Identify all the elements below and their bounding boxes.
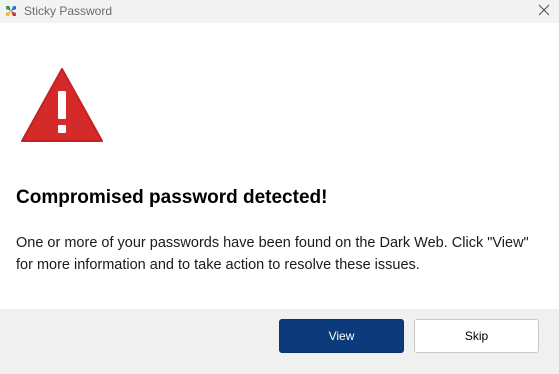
skip-button[interactable]: Skip bbox=[414, 319, 539, 353]
alert-message: One or more of your passwords have been … bbox=[16, 232, 556, 276]
dialog-window: Sticky Password Compromised password det… bbox=[0, 0, 559, 374]
dialog-footer: View Skip bbox=[0, 309, 559, 374]
dialog-content: Compromised password detected! One or mo… bbox=[0, 23, 559, 309]
view-button[interactable]: View bbox=[279, 319, 404, 353]
window-title: Sticky Password bbox=[24, 4, 113, 18]
alert-heading: Compromised password detected! bbox=[16, 187, 328, 208]
title-bar: Sticky Password bbox=[0, 0, 559, 23]
sticky-password-logo-icon bbox=[4, 4, 18, 18]
close-button[interactable] bbox=[529, 0, 559, 23]
alert-message-line-1: One or more of your passwords have been … bbox=[16, 235, 529, 251]
warning-triangle-icon bbox=[20, 67, 104, 143]
close-icon bbox=[538, 3, 550, 21]
alert-message-line-2: for more information and to take action … bbox=[16, 257, 420, 273]
